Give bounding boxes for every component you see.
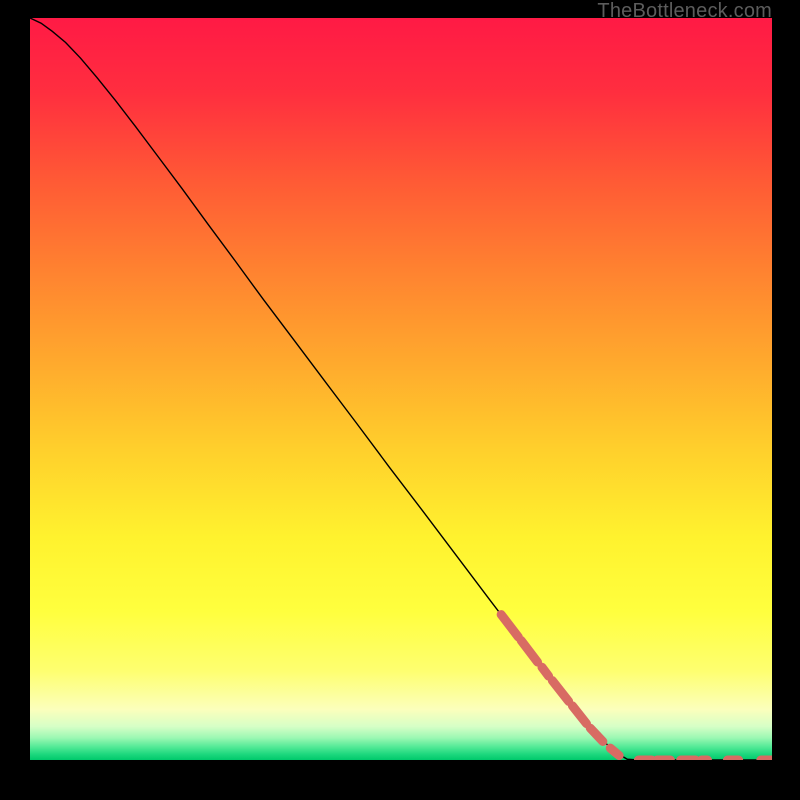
curve-line [30, 18, 772, 760]
chart-overlay [30, 18, 772, 760]
plot-area [30, 18, 772, 760]
chart-stage: TheBottleneck.com [0, 0, 800, 800]
dash-markers [501, 615, 772, 760]
